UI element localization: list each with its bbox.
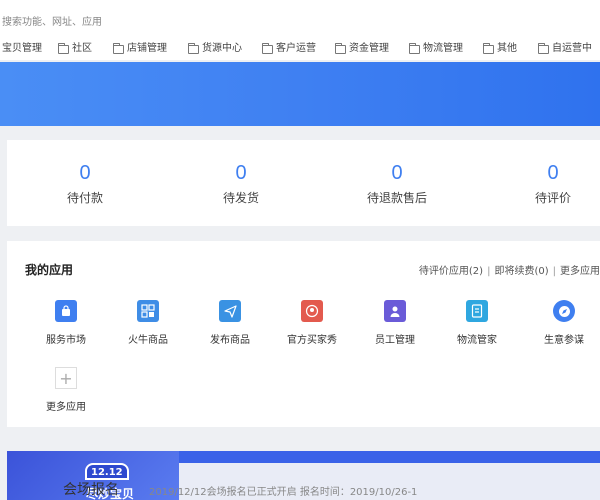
search-input[interactable] bbox=[0, 13, 300, 31]
bookmark-label: 店铺管理 bbox=[127, 43, 167, 54]
stat-value: 0 bbox=[391, 162, 403, 184]
paper-plane-icon bbox=[219, 300, 241, 322]
compass-icon bbox=[553, 300, 575, 322]
stat-label: 待付款 bbox=[66, 191, 103, 205]
bookmark-item[interactable]: 自运营中 bbox=[538, 42, 592, 56]
stat-label: 待发货 bbox=[222, 191, 259, 205]
bookmark-label: 物流管理 bbox=[423, 43, 463, 54]
stat-value: 0 bbox=[547, 162, 559, 184]
promo-banner[interactable]: 12.12 尽炒宝贝 会场报名 2019/12/12会场报名已正式开启 报名时间… bbox=[7, 451, 600, 500]
app-label: 服务市场 bbox=[46, 335, 86, 346]
app-publish-goods[interactable]: 发布商品 bbox=[190, 300, 270, 346]
folder-icon bbox=[188, 42, 199, 54]
stat-value: 0 bbox=[79, 162, 91, 184]
app-label: 生意参谋 bbox=[544, 335, 584, 346]
my-apps-card: 我的应用 待评价应用(2) | 即将续费(0) | 更多应用 服务市场 火牛商品 发布商… bbox=[7, 241, 600, 427]
bookmarks-bar: 宝贝管理 社区 店铺管理 货源中心 客户运营 资金管理 物流管理 其他 自运营中 bbox=[0, 38, 600, 60]
search-bar bbox=[0, 0, 600, 40]
apps-title: 我的应用 bbox=[25, 263, 74, 277]
bookmark-item[interactable]: 店铺管理 bbox=[113, 42, 167, 56]
bookmark-item[interactable]: 货源中心 bbox=[188, 42, 242, 56]
bookmark-item[interactable]: 物流管理 bbox=[409, 42, 463, 56]
app-employee-management[interactable]: 员工管理 bbox=[355, 300, 435, 346]
bookmark-item[interactable]: 其他 bbox=[483, 42, 517, 56]
bookmark-label: 资金管理 bbox=[349, 43, 389, 54]
folder-icon bbox=[58, 42, 69, 54]
promo-title: 会场报名 bbox=[63, 482, 119, 498]
app-label: 官方买家秀 bbox=[287, 335, 337, 346]
pending-review-apps-link[interactable]: 待评价应用(2) bbox=[419, 266, 483, 277]
bookmark-label: 宝贝管理 bbox=[2, 43, 42, 54]
folder-icon bbox=[538, 42, 549, 54]
order-stats-card: 0 待付款 0 待发货 0 待退款售后 0 待评价 bbox=[7, 140, 600, 226]
divider: | bbox=[487, 266, 491, 277]
app-label: 发布商品 bbox=[210, 335, 250, 346]
more-apps-link[interactable]: 更多应用 bbox=[560, 266, 600, 277]
stat-label: 待评价 bbox=[534, 191, 571, 205]
stat-value: 0 bbox=[235, 162, 247, 184]
app-label: 火牛商品 bbox=[128, 335, 168, 346]
promo-desc: 2019/12/12会场报名已正式开启 报名时间：2019/10/26-1 bbox=[149, 487, 418, 498]
bookmark-label: 其他 bbox=[497, 43, 517, 54]
folder-icon bbox=[409, 42, 420, 54]
folder-icon bbox=[483, 42, 494, 54]
bookmark-label: 货源中心 bbox=[202, 43, 242, 54]
bookmark-label: 社区 bbox=[72, 43, 92, 54]
logistics-icon bbox=[466, 300, 488, 322]
bookmark-item[interactable]: 客户运营 bbox=[262, 42, 316, 56]
divider: | bbox=[552, 266, 556, 277]
bookmark-label: 自运营中 bbox=[552, 43, 592, 54]
employee-icon bbox=[384, 300, 406, 322]
bookmark-item[interactable]: 宝贝管理 bbox=[2, 42, 42, 56]
bookmark-label: 客户运营 bbox=[276, 43, 316, 54]
app-label: 更多应用 bbox=[46, 402, 86, 413]
promo-badge-number: 12.12 bbox=[85, 463, 129, 480]
buyer-show-icon bbox=[301, 300, 323, 322]
app-more-apps[interactable]: + 更多应用 bbox=[26, 367, 106, 413]
bookmark-item[interactable]: 资金管理 bbox=[335, 42, 389, 56]
folder-icon bbox=[335, 42, 346, 54]
stat-pending-payment[interactable]: 0 待付款 bbox=[25, 162, 145, 206]
app-label: 员工管理 bbox=[375, 335, 415, 346]
app-huoniu-goods[interactable]: 火牛商品 bbox=[108, 300, 188, 346]
app-label: 物流管家 bbox=[457, 335, 497, 346]
header-banner bbox=[0, 62, 600, 126]
folder-icon bbox=[262, 42, 273, 54]
stat-label: 待退款售后 bbox=[366, 191, 427, 205]
shopping-bag-icon bbox=[55, 300, 77, 322]
stat-pending-shipment[interactable]: 0 待发货 bbox=[181, 162, 301, 206]
apps-links: 待评价应用(2) | 即将续费(0) | 更多应用 bbox=[419, 262, 600, 277]
app-official-buyer-show[interactable]: 官方买家秀 bbox=[272, 300, 352, 346]
plus-icon: + bbox=[55, 367, 77, 389]
renewal-soon-link[interactable]: 即将续费(0) bbox=[494, 266, 548, 277]
stat-pending-refund[interactable]: 0 待退款售后 bbox=[337, 162, 457, 206]
stat-pending-review[interactable]: 0 待评价 bbox=[493, 162, 600, 206]
folder-icon bbox=[113, 42, 124, 54]
bookmark-item[interactable]: 社区 bbox=[58, 42, 92, 56]
grid-icon bbox=[137, 300, 159, 322]
app-logistics-manager[interactable]: 物流管家 bbox=[437, 300, 517, 346]
app-service-market[interactable]: 服务市场 bbox=[26, 300, 106, 346]
app-business-advisor[interactable]: 生意参谋 bbox=[524, 300, 600, 346]
